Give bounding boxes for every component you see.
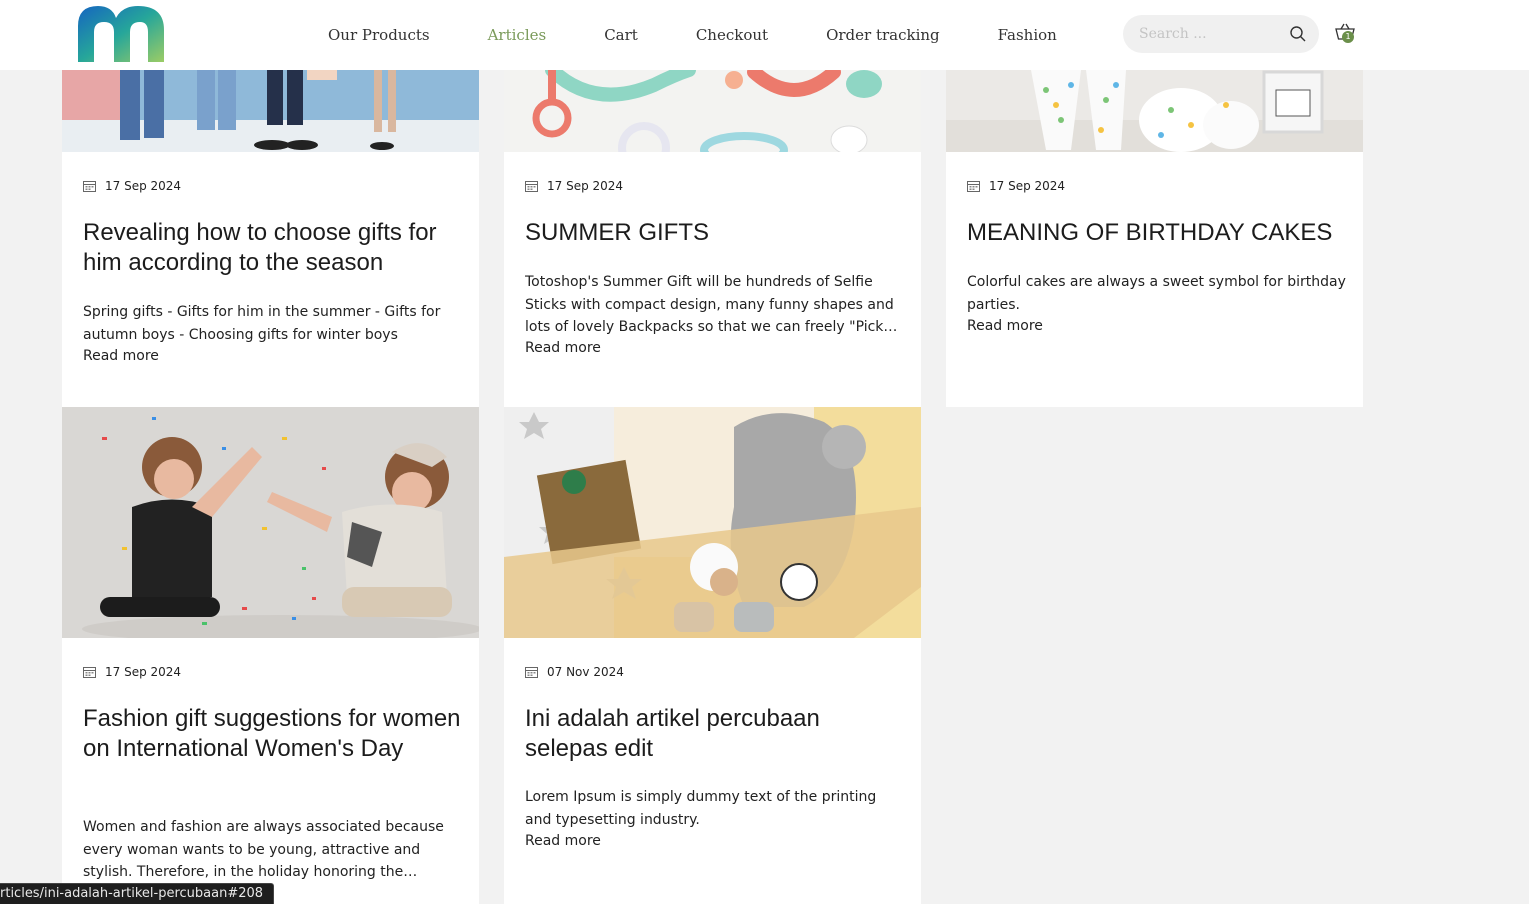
read-more-link[interactable]: Read more (525, 340, 601, 356)
read-more-link[interactable]: Read more (83, 348, 159, 364)
article-excerpt: Totoshop's Summer Gift will be hundreds … (525, 274, 894, 335)
article-title[interactable]: MEANING OF BIRTHDAY CAKES (967, 218, 1347, 248)
article-excerpt: Lorem Ipsum is simply dummy text of the … (525, 789, 877, 828)
nav-our-products[interactable]: Our Products (328, 26, 430, 44)
site-header: Our Products Articles Cart Checkout Orde… (0, 0, 1529, 70)
nav-checkout[interactable]: Checkout (696, 26, 768, 44)
article-date-text: 17 Sep 2024 (105, 665, 182, 679)
nav-order-tracking[interactable]: Order tracking (826, 26, 940, 44)
article-title[interactable]: Revealing how to choose gifts for him ac… (83, 218, 463, 278)
calendar-icon (525, 181, 538, 192)
article-card[interactable]: 17 Sep 2024 Fashion gift suggestions for… (62, 407, 479, 904)
nav-articles[interactable]: Articles (488, 26, 547, 44)
article-date: 17 Sep 2024 (83, 665, 181, 679)
article-excerpt: Women and fashion are always associated … (83, 819, 444, 880)
article-date-text: 17 Sep 2024 (105, 179, 182, 193)
main-nav: Our Products Articles Cart Checkout Orde… (328, 0, 1115, 70)
calendar-icon (83, 181, 96, 192)
article-card[interactable]: 07 Nov 2024 Ini adalah artikel percubaan… (504, 407, 921, 904)
article-date-text: 17 Sep 2024 (989, 179, 1066, 193)
article-date-text: 17 Sep 2024 (547, 179, 624, 193)
calendar-icon (83, 667, 96, 678)
article-title[interactable]: SUMMER GIFTS (525, 218, 905, 248)
nav-fashion[interactable]: Fashion (998, 26, 1057, 44)
calendar-icon (525, 667, 538, 678)
article-date: 17 Sep 2024 (83, 179, 181, 193)
article-image[interactable] (62, 407, 479, 638)
link-status-bar: rticles/ini-adalah-artikel-percubaan#208 (0, 883, 275, 904)
article-date: 17 Sep 2024 (525, 179, 623, 193)
calendar-icon (967, 181, 980, 192)
article-title[interactable]: Fashion gift suggestions for women on In… (83, 704, 463, 764)
article-date: 07 Nov 2024 (525, 665, 624, 679)
search-box (1123, 15, 1319, 53)
article-date-text: 07 Nov 2024 (547, 665, 624, 679)
brand-logo[interactable] (76, 4, 166, 64)
read-more-link[interactable]: Read more (967, 318, 1043, 334)
article-excerpt: Colorful cakes are always a sweet symbol… (967, 274, 1346, 313)
article-excerpt: Spring gifts - Gifts for him in the summ… (83, 304, 441, 343)
search-input[interactable] (1139, 24, 1279, 44)
article-image[interactable] (504, 407, 921, 638)
search-icon[interactable] (1289, 25, 1307, 43)
nav-cart[interactable]: Cart (604, 26, 638, 44)
article-title[interactable]: Ini adalah artikel percubaan selepas edi… (525, 704, 905, 764)
cart-count-badge: 1 (1342, 31, 1354, 43)
read-more-link[interactable]: Read more (525, 833, 601, 849)
article-date: 17 Sep 2024 (967, 179, 1065, 193)
